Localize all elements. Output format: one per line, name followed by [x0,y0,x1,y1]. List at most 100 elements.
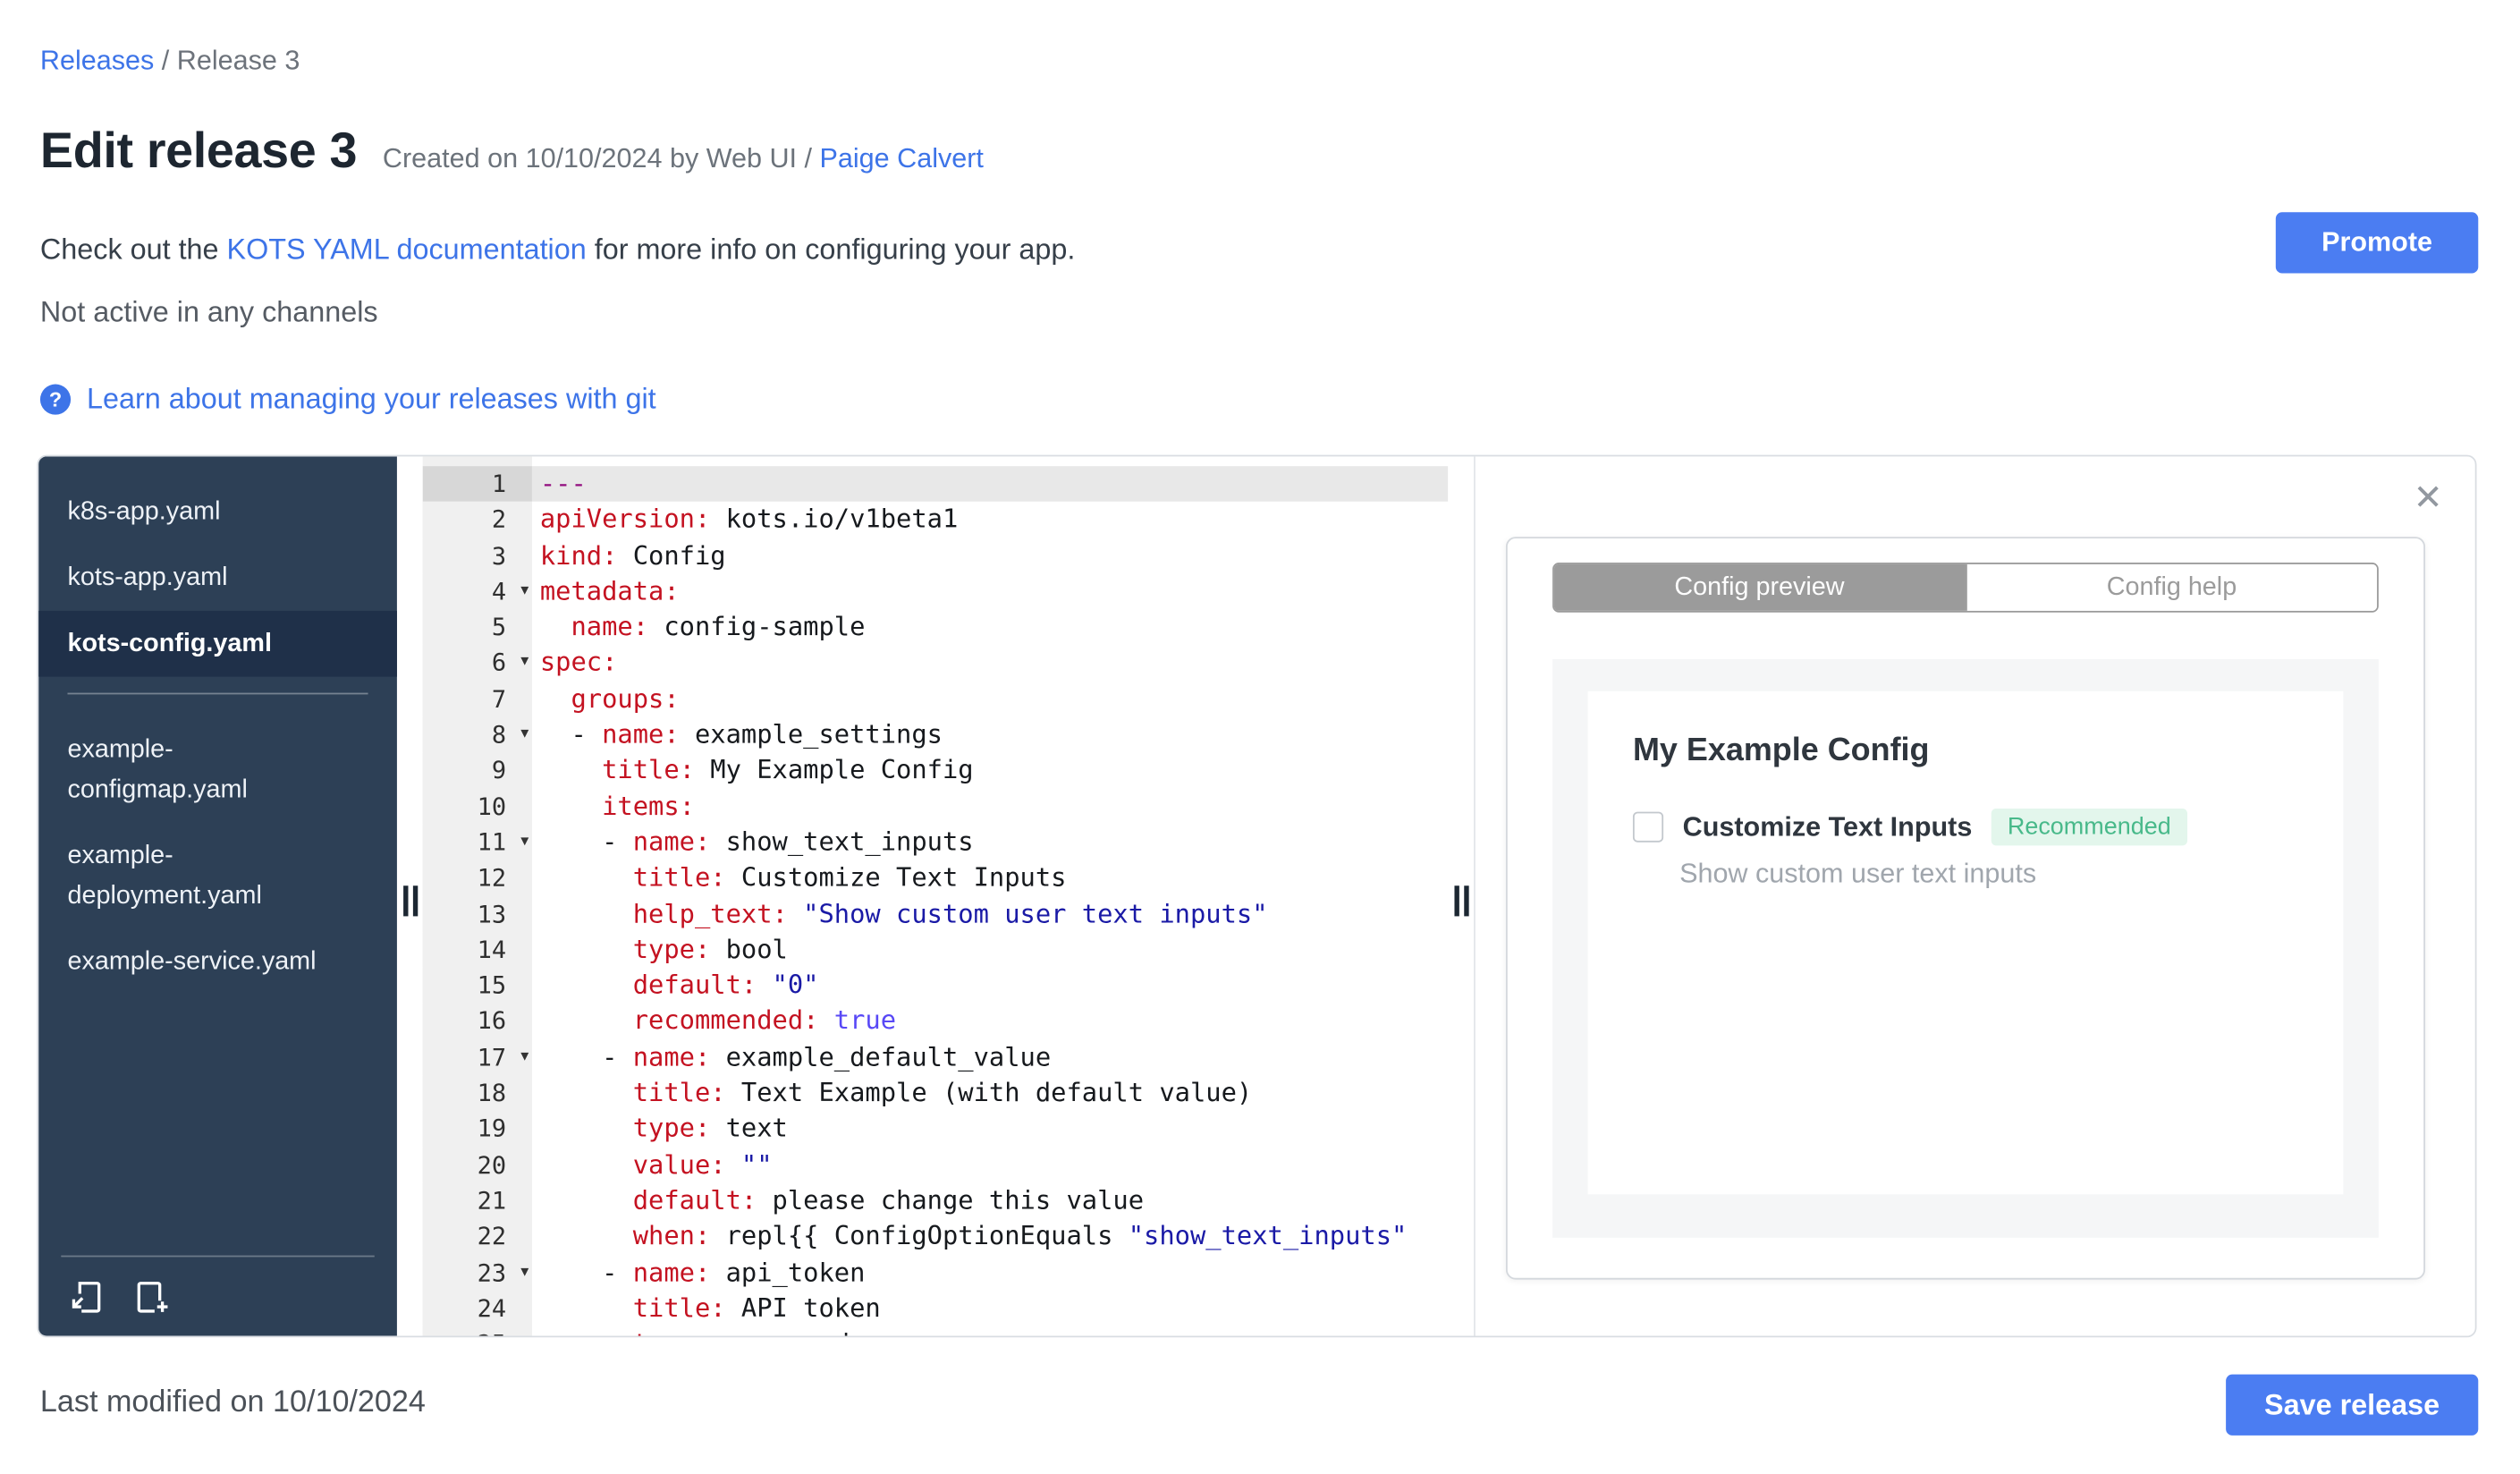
line-number: 17 ▾ [422,1039,532,1076]
new-file-icon[interactable] [131,1276,173,1318]
file-sidebar: k8s-app.yaml kots-app.yaml kots-config.yam… [38,456,397,1336]
code-line[interactable]: 15 default: "0" [422,968,1449,1004]
code-line-text: name: config-sample [571,611,866,642]
file-name-label: example-service.yaml [67,948,317,976]
code-line[interactable]: 5 name: config-sample [422,609,1449,646]
sidebar-file-item[interactable]: example-configmap.yaml [38,717,397,824]
file-name-label: kots-config.yaml [67,630,272,658]
line-number: 13 [422,896,532,933]
breadcrumb-current: Release 3 [176,45,300,76]
import-file-icon[interactable] [66,1276,108,1318]
code-line[interactable]: 1 --- [422,466,1449,503]
promote-button[interactable]: Promote [2275,212,2479,274]
git-releases-help-link[interactable]: Learn about managing your releases with … [87,383,656,417]
line-number: 6 ▾ [422,645,532,682]
code-line-text: default: please change this value [632,1184,1145,1216]
line-number: 22 [422,1218,532,1255]
code-line[interactable]: 13 help_text: "Show custom user text inp… [422,896,1449,933]
breadcrumb-releases-link[interactable]: Releases [40,45,154,75]
line-number: 18 [422,1075,532,1112]
sidebar-file-item[interactable]: kots-config.yaml [38,610,397,677]
config-item-help-text: Show custom user text inputs [1679,858,2037,889]
created-author-link[interactable]: Paige Calvert [820,143,984,174]
code-line[interactable]: 23 ▾ - name: api_token [422,1254,1449,1291]
line-number: 21 [422,1182,532,1219]
code-line-text: metadata: [539,575,680,606]
kots-docs-link[interactable]: KOTS YAML documentation [227,233,587,266]
line-number: 4 ▾ [422,573,532,610]
file-name-label: k8s-app.yaml [67,498,221,526]
line-number: 9 [422,752,532,789]
code-line[interactable]: 25 type: password [422,1326,1449,1336]
yaml-code-editor[interactable]: 1 --- 2 apiVersion: kots.io/v1beta1 3 kind: C… [422,456,1449,1336]
code-line[interactable]: 19 type: text [422,1111,1449,1148]
fold-arrow-icon[interactable]: ▾ [520,717,529,753]
line-number: 5 [422,609,532,646]
docs-info-suffix: for more info on configuring your app. [586,233,1076,266]
config-preview-panel: Config preview Config help My Example Co… [1505,537,2425,1280]
sidebar-file-item[interactable]: example-deployment.yaml [38,823,397,929]
config-card: My Example Config Customize Text Inputs … [1587,690,2344,1195]
code-line[interactable]: 16 recommended: true [422,1004,1449,1040]
preview-inset: My Example Config Customize Text Inputs … [1552,658,2379,1238]
line-number: 16 [422,1004,532,1040]
code-line-text: - name: show_text_inputs [539,826,974,857]
file-name-label: example-configmap.yaml [67,736,248,804]
line-number: 23 ▾ [422,1254,532,1291]
fold-arrow-icon[interactable]: ▾ [520,1039,529,1075]
sidebar-file-item[interactable]: k8s-app.yaml [38,479,397,546]
code-line[interactable]: 8 ▾ - name: example_settings [422,716,1449,753]
code-line[interactable]: 3 kind: Config [422,538,1449,574]
code-line[interactable]: 20 value: "" [422,1147,1449,1183]
code-line[interactable]: 4 ▾ metadata: [422,573,1449,610]
preview-resize-handle[interactable] [1448,884,1474,916]
code-line[interactable]: 21 default: please change this value [422,1182,1449,1219]
line-number: 10 [422,788,532,825]
line-number: 24 [422,1290,532,1326]
code-line[interactable]: 12 title: Customize Text Inputs [422,860,1449,897]
close-icon[interactable]: ✕ [2414,481,2443,518]
code-line[interactable]: 22 when: repl{{ ConfigOptionEquals "show… [422,1218,1449,1255]
question-icon: ? [39,384,72,415]
code-line[interactable]: 18 title: Text Example (with default val… [422,1075,1449,1112]
code-line-text: title: My Example Config [602,754,974,785]
sidebar-resize-handle[interactable] [397,884,423,916]
docs-info-line: Check out the KOTS YAML documentation fo… [40,233,1075,267]
preview-tabs: Config preview Config help [1552,563,2379,613]
line-number: 11 ▾ [422,824,532,860]
fold-arrow-icon[interactable]: ▾ [520,573,529,609]
save-release-button[interactable]: Save release [2225,1374,2479,1436]
line-number: 2 [422,502,532,538]
line-number: 15 [422,968,532,1004]
code-line-text: default: "0" [632,969,819,1001]
code-line[interactable]: 24 title: API token [422,1290,1449,1326]
code-line[interactable]: 17 ▾ - name: example_default_value [422,1039,1449,1076]
code-line[interactable]: 6 ▾ spec: [422,645,1449,682]
line-number: 3 [422,538,532,574]
code-line[interactable]: 10 items: [422,788,1449,825]
code-line-text: recommended: true [632,1005,897,1037]
sidebar-file-item[interactable]: example-service.yaml [38,929,397,995]
code-line-text: help_text: "Show custom user text inputs… [632,897,1268,928]
file-list-top: k8s-app.yaml kots-app.yaml kots-config.yam… [38,456,397,677]
code-line[interactable]: 9 title: My Example Config [422,752,1449,789]
line-number: 7 [422,681,532,717]
tab-config-help[interactable]: Config help [1965,563,2378,611]
release-editor: k8s-app.yaml kots-app.yaml kots-config.yam… [37,454,2477,1338]
breadcrumb-separator: / [154,45,177,76]
fold-arrow-icon[interactable]: ▾ [520,825,529,860]
code-line[interactable]: 7 groups: [422,681,1449,717]
sidebar-file-item[interactable]: kots-app.yaml [38,545,397,611]
code-line[interactable]: 14 type: bool [422,932,1449,969]
sidebar-footer [38,1255,397,1336]
code-line[interactable]: 2 apiVersion: kots.io/v1beta1 [422,502,1449,538]
code-line[interactable]: 11 ▾ - name: show_text_inputs [422,824,1449,860]
config-item-label: Customize Text Inputs [1682,810,1973,842]
fold-arrow-icon[interactable]: ▾ [520,1255,529,1291]
tab-config-preview[interactable]: Config preview [1553,563,1966,611]
customize-text-inputs-checkbox[interactable] [1632,811,1664,843]
code-line-text: type: password [532,1326,1448,1336]
code-line-text: title: Customize Text Inputs [632,861,1067,893]
code-line-text: - name: example_settings [539,718,943,750]
fold-arrow-icon[interactable]: ▾ [520,646,529,682]
